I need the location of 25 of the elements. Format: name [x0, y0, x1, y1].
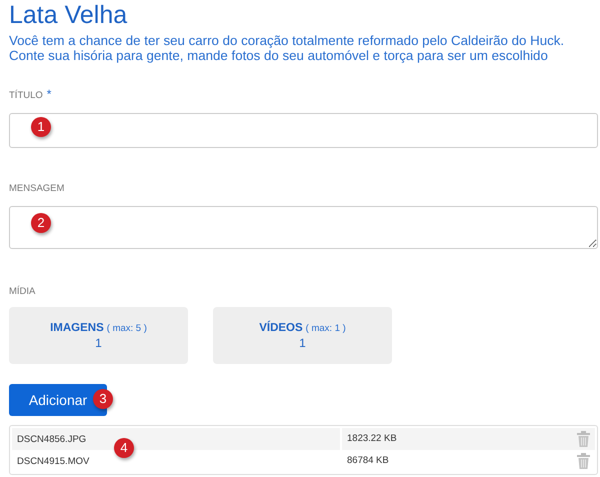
- page-title: Lata Velha: [9, 0, 128, 31]
- media-card[interactable]: IMAGENS ( max: 5 ) 1: [9, 307, 188, 364]
- media-limit: ( max: 5 ): [106, 322, 147, 334]
- trash-icon[interactable]: [576, 453, 590, 469]
- title-input[interactable]: [9, 113, 598, 148]
- file-size-cell: 1823.22 KB: [340, 428, 571, 450]
- callout-number: 4: [114, 438, 134, 458]
- media-type-label: VÍDEOS: [259, 322, 303, 334]
- media-card[interactable]: VÍDEOS ( max: 1 ) 1: [213, 307, 392, 364]
- file-name-cell-text: DSCN4856.JPG: [16, 434, 88, 444]
- trash-icon[interactable]: [576, 431, 590, 447]
- media-limit: ( max: 1 ): [306, 322, 346, 334]
- required-mark: *: [46, 89, 52, 99]
- callout-number: 3: [93, 389, 113, 409]
- description-text: Conte sua hisória para gente, mande fotos do seu automóvel e torça para ser um escolhido: [9, 48, 548, 63]
- message-textarea[interactable]: [9, 206, 598, 249]
- field-label: MENSAGEM: [9, 182, 64, 196]
- file-size-cell: 86784 KB: [340, 450, 571, 472]
- field-label: TÍTULO: [9, 89, 43, 103]
- media-count: 1: [299, 336, 306, 350]
- media-label: MÍDIA: [9, 285, 36, 299]
- media-count: 1: [95, 336, 102, 350]
- description-text: Você tem a chance de ter seu carro do coração totalmente reformado pelo Caldeirão do Huck.: [9, 33, 564, 48]
- file-name-cell-text: DSCN4915.MOV: [16, 456, 90, 466]
- media-type-label: IMAGENS: [50, 322, 104, 334]
